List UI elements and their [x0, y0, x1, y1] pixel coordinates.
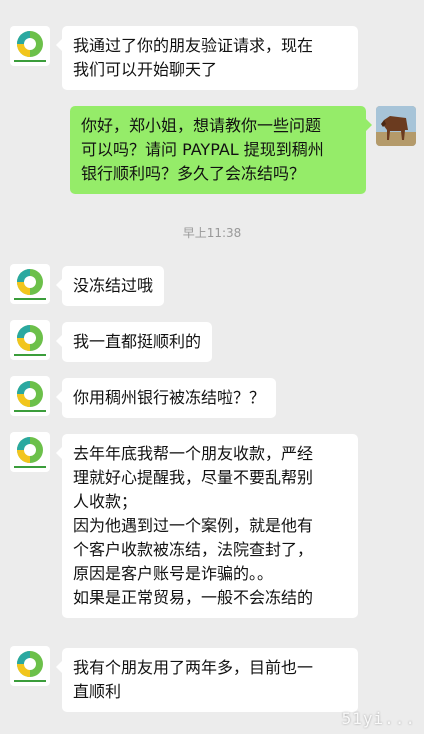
logo-icon: [14, 269, 46, 300]
watermark: 51yi...: [341, 709, 416, 728]
logo-icon: [14, 437, 46, 468]
horse-icon: [376, 106, 416, 146]
timestamp: 早上11:38: [182, 226, 242, 240]
contact-avatar[interactable]: [10, 320, 50, 360]
message-bubble[interactable]: 去年年底我帮一个朋友收款，严经 理就好心提醒我，尽量不要乱帮别 人收款； 因为他…: [56, 434, 358, 618]
user-avatar[interactable]: [376, 106, 416, 146]
logo-icon: [14, 651, 46, 682]
message-bubble[interactable]: 我有个朋友用了两年多，目前也一 直顺利: [56, 648, 358, 712]
contact-avatar[interactable]: [10, 376, 50, 416]
message-bubble[interactable]: 你好，郑小姐，想请教你一些问题 可以吗？请问 PAYPAL 提现到稠州 银行顺利…: [70, 106, 372, 194]
logo-icon: [14, 31, 46, 62]
chat-window: 我通过了你的朋友验证请求，现在 我们可以开始聊天了 你好，郑小姐，想请教你一些问…: [0, 0, 424, 734]
message-bubble[interactable]: 我通过了你的朋友验证请求，现在 我们可以开始聊天了: [56, 26, 358, 90]
logo-icon: [14, 381, 46, 412]
contact-avatar[interactable]: [10, 646, 50, 686]
message-bubble[interactable]: 我一直都挺顺利的: [55, 322, 213, 362]
message-bubble[interactable]: 没冻结过哦: [55, 266, 165, 306]
contact-avatar[interactable]: [10, 26, 50, 66]
message-bubble[interactable]: 你用稠州银行被冻结啦？？: [55, 378, 277, 418]
contact-avatar[interactable]: [10, 432, 50, 472]
contact-avatar[interactable]: [10, 264, 50, 304]
logo-icon: [14, 325, 46, 356]
